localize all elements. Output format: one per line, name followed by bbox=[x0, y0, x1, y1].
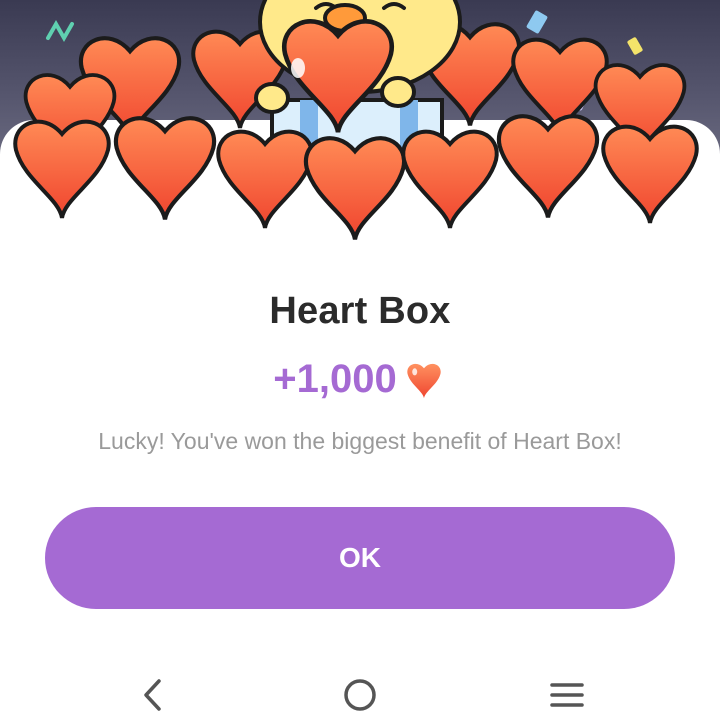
system-navigation-bar bbox=[0, 670, 720, 720]
nav-recents-button[interactable] bbox=[507, 670, 627, 720]
heart-box-illustration bbox=[0, 0, 720, 250]
recents-menu-icon bbox=[550, 683, 584, 707]
nav-back-button[interactable] bbox=[93, 670, 213, 720]
nav-home-button[interactable] bbox=[300, 670, 420, 720]
dialog-title: Heart Box bbox=[269, 290, 451, 332]
reward-row: +1,000 bbox=[0, 356, 720, 402]
reward-amount: +1,000 bbox=[273, 356, 397, 401]
home-circle-icon bbox=[344, 679, 376, 711]
back-chevron-icon bbox=[144, 679, 161, 711]
ok-button[interactable]: OK bbox=[45, 507, 675, 609]
dialog-message: Lucky! You've won the biggest benefit of… bbox=[98, 428, 622, 454]
heart-icon bbox=[407, 363, 441, 399]
